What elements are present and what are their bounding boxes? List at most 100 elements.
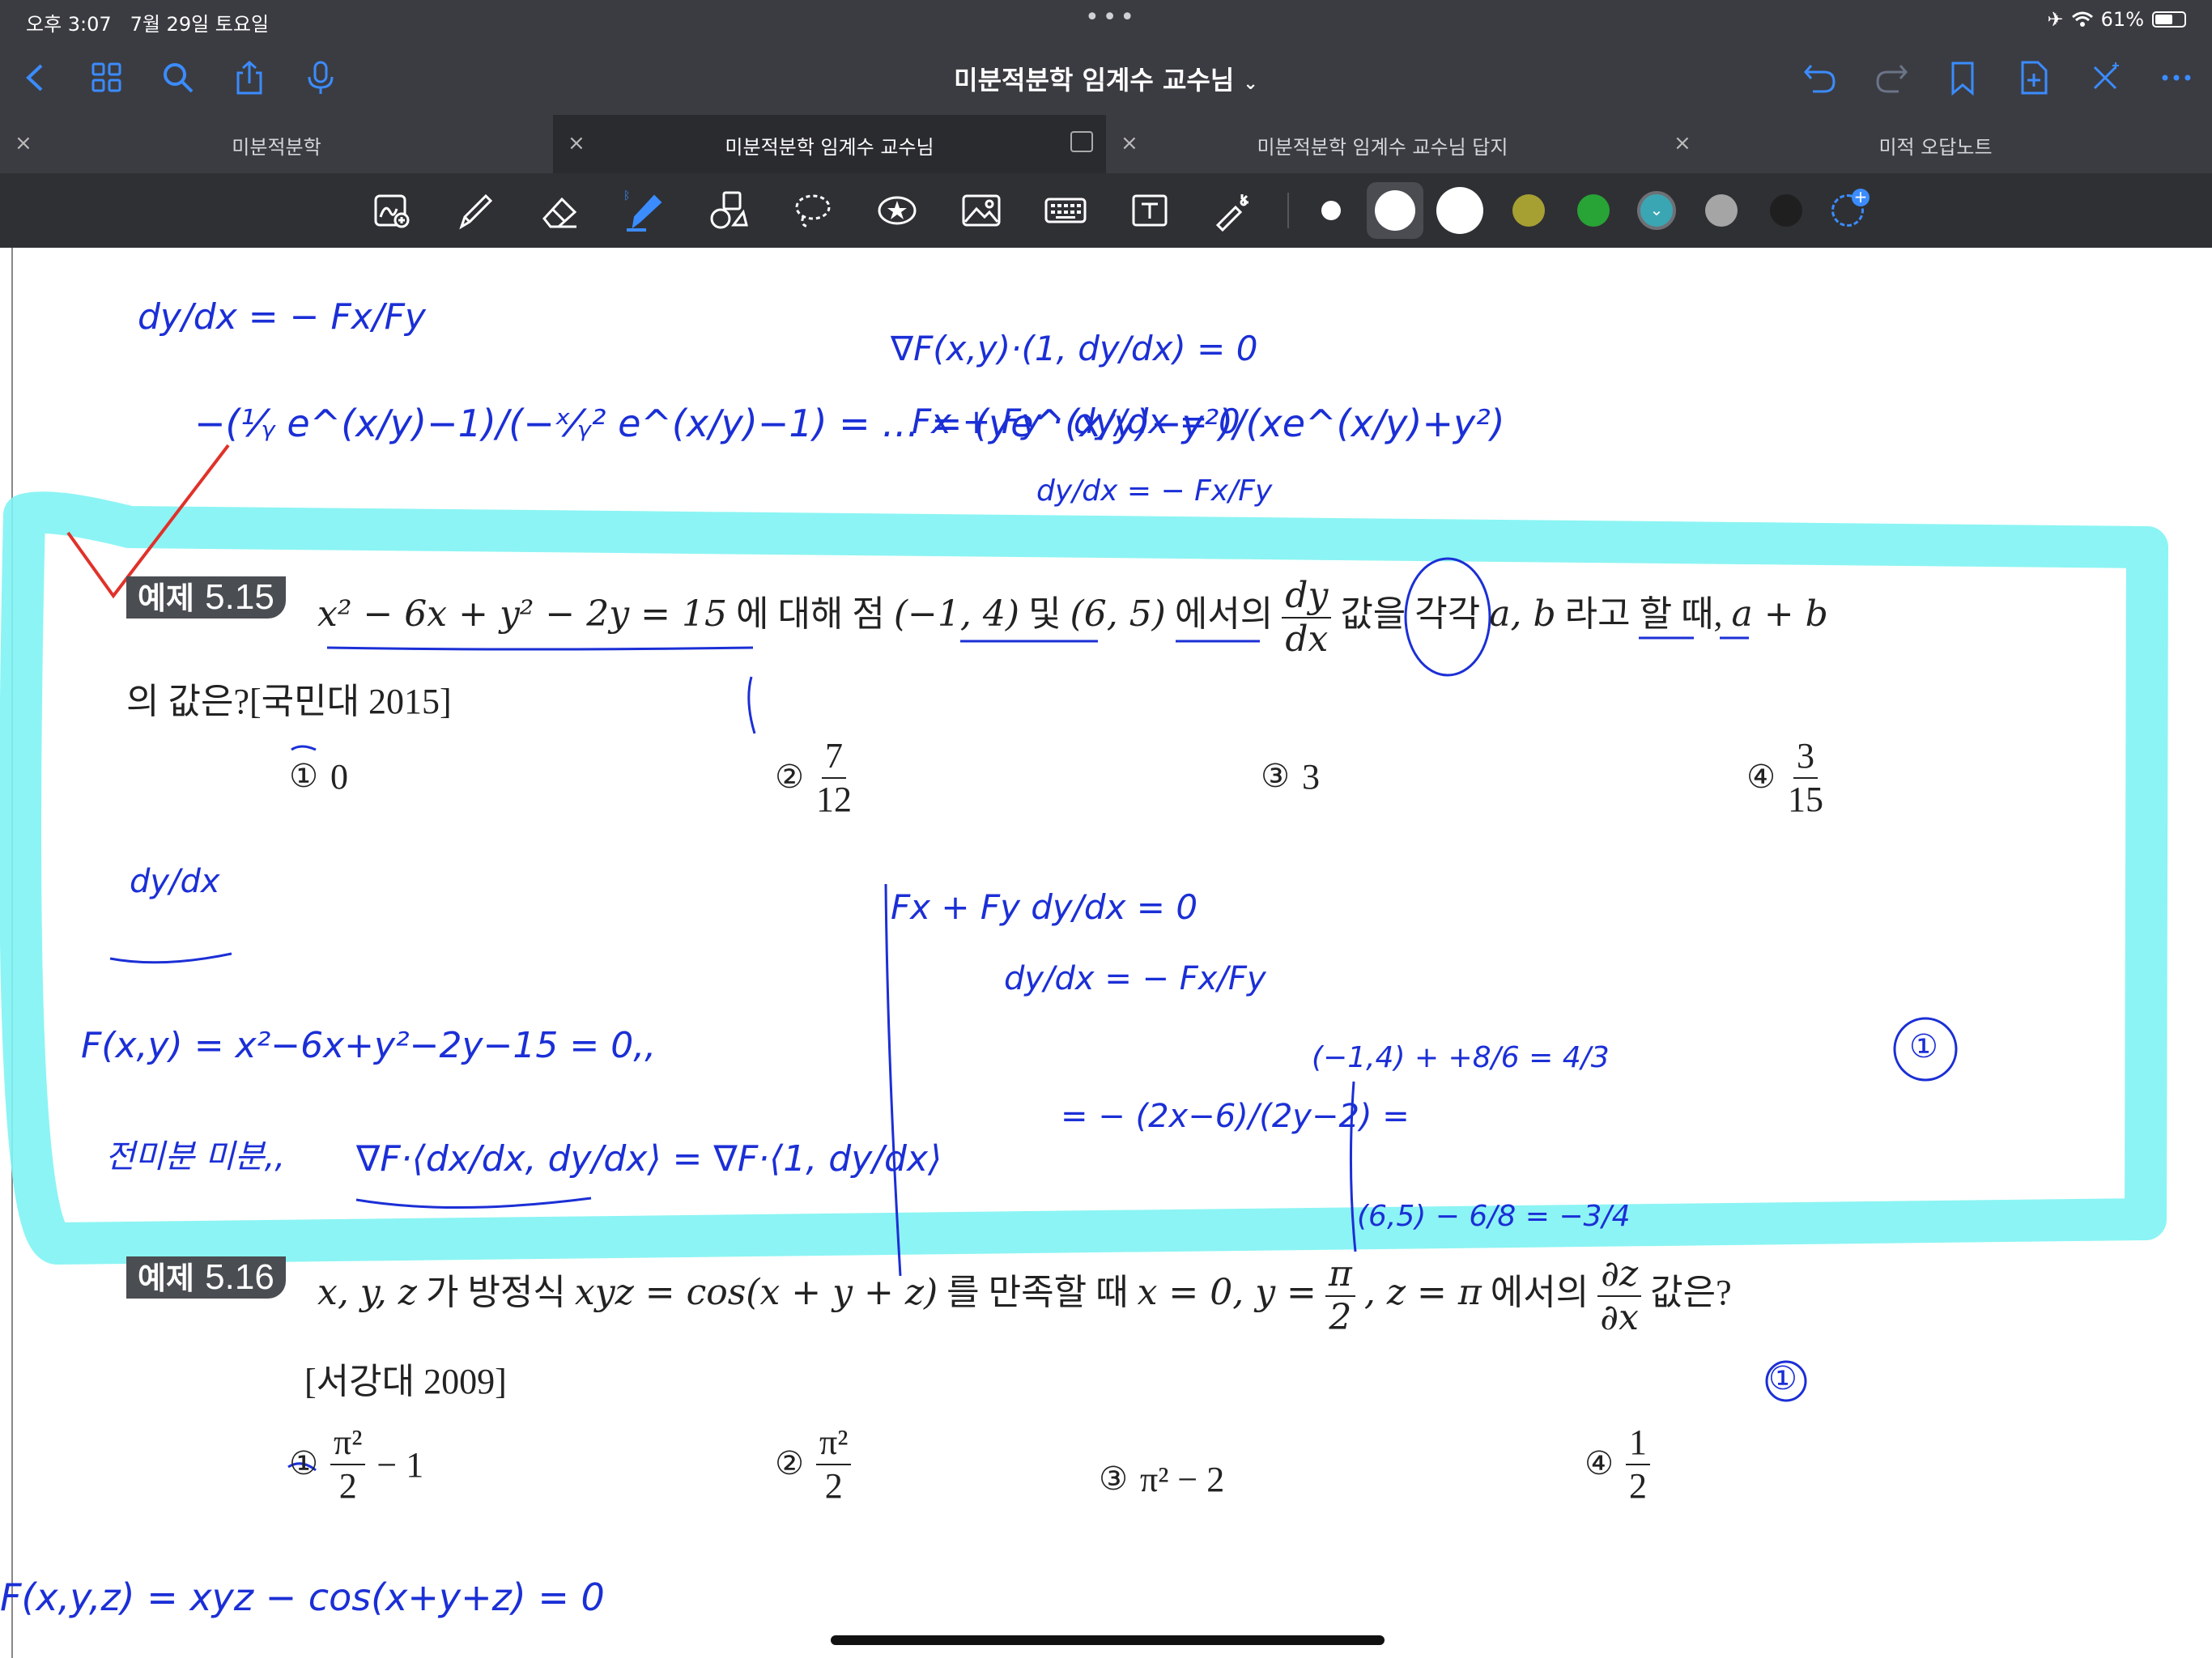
q-text: 및 bbox=[1028, 594, 1061, 635]
highlighter-icon[interactable]: ᛒ bbox=[620, 186, 669, 235]
choice-5-15-4[interactable]: ④ 3 15 bbox=[1746, 738, 1823, 818]
split-view-icon[interactable] bbox=[1070, 131, 1093, 152]
status-right: ✈ 61% bbox=[2048, 8, 2186, 31]
frac-numerator: π² bbox=[330, 1425, 366, 1465]
color-swatch-olive[interactable] bbox=[1512, 194, 1545, 227]
handwriting-total-derivative: 전미분 미분,, bbox=[105, 1138, 286, 1175]
color-swatch-white-medium[interactable] bbox=[1375, 190, 1415, 231]
handwriting-f-xyz: F(x,y,z) = xyz − cos(x+y+z) = 0 bbox=[0, 1575, 605, 1619]
choice-fraction: π² 2 bbox=[816, 1425, 852, 1506]
sticker-icon[interactable] bbox=[873, 186, 921, 235]
frac-numerator: 3 bbox=[1793, 738, 1818, 779]
q-text: 에 대해 점 bbox=[735, 594, 885, 635]
condition-xy: x = 0, y = bbox=[1137, 1272, 1317, 1314]
share-icon[interactable] bbox=[228, 57, 270, 99]
status-date: 7월 29일 토요일 bbox=[130, 13, 270, 36]
add-color-icon[interactable]: + bbox=[1831, 189, 1870, 227]
laser-pointer-icon[interactable] bbox=[1210, 186, 1258, 235]
choice-5-15-3[interactable]: ③3 bbox=[1260, 756, 1320, 797]
shapes-icon[interactable] bbox=[704, 186, 753, 235]
badge-word: 예제 bbox=[138, 580, 194, 616]
choice-value: π² − 2 bbox=[1140, 1460, 1225, 1499]
handwriting-value-a: (−1,4) + +8/6 = 4/3 bbox=[1312, 1041, 1610, 1074]
example-badge-5-16: 예제 5.16 bbox=[126, 1256, 286, 1299]
choice-5-16-1[interactable]: ① π² 2 − 1 bbox=[288, 1425, 423, 1504]
undo-icon[interactable] bbox=[1799, 57, 1841, 99]
circled-number: ③ bbox=[1261, 757, 1290, 794]
condition-z: , z = π bbox=[1363, 1272, 1482, 1314]
color-swatch-white-large[interactable] bbox=[1436, 187, 1483, 234]
pen-icon[interactable] bbox=[452, 186, 500, 235]
q-text: 라고 할 때, bbox=[1564, 594, 1723, 635]
status-bar: 오후 3:07 7월 29일 토요일 ••• ✈ 61% bbox=[0, 0, 2212, 39]
sum-ab: a + b bbox=[1731, 593, 1828, 636]
color-swatch-green[interactable] bbox=[1577, 194, 1610, 227]
document-title[interactable]: 미분적분학 임계수 교수님 ⌄ bbox=[863, 60, 1349, 97]
circled-number: ② bbox=[775, 759, 804, 795]
tab-label: 미분적분학 임계수 교수님 답지 bbox=[1257, 136, 1508, 159]
point-b: (6, 5) bbox=[1070, 593, 1166, 636]
handwriting-gradient-dot: ∇F(x,y)·(1, dy/dx) = 0 bbox=[891, 329, 1258, 368]
choice-5-15-2[interactable]: ② 7 12 bbox=[774, 738, 852, 818]
redo-icon[interactable] bbox=[1870, 57, 1912, 99]
tab-2-active[interactable]: × 미분적분학 임계수 교수님 bbox=[553, 115, 1106, 173]
point-a: (−1, 4) bbox=[893, 593, 1020, 636]
search-icon[interactable] bbox=[157, 57, 199, 99]
status-time: 오후 3:07 bbox=[26, 13, 112, 36]
wifi-icon bbox=[2071, 11, 2093, 27]
home-indicator[interactable] bbox=[831, 1635, 1385, 1645]
frac-denominator: dx bbox=[1285, 619, 1329, 660]
handwriting-substitution: = − (2x−6)/(2y−2) = bbox=[1061, 1098, 1410, 1135]
lasso-icon[interactable] bbox=[789, 186, 837, 235]
frac-numerator: 7 bbox=[822, 738, 846, 779]
status-time-date: 오후 3:07 7월 29일 토요일 bbox=[26, 8, 269, 36]
badge-number: 5.15 bbox=[205, 577, 274, 617]
dydx-fraction: dy dx bbox=[1282, 578, 1332, 660]
keyboard-icon[interactable] bbox=[1041, 186, 1090, 235]
bookmark-icon[interactable] bbox=[1942, 57, 1984, 99]
frac-denominator: 2 bbox=[824, 1466, 843, 1506]
question-5-15-line-2: 의 값은?[국민대 2015] bbox=[126, 682, 452, 721]
battery-fill bbox=[2155, 15, 2172, 24]
add-page-icon[interactable] bbox=[2013, 57, 2055, 99]
choice-5-16-2[interactable]: ② π² 2 bbox=[774, 1425, 852, 1506]
grid-view-icon[interactable] bbox=[86, 57, 128, 99]
frac-numerator: π bbox=[1325, 1256, 1355, 1297]
text-box-icon[interactable] bbox=[1125, 186, 1174, 235]
tab-3[interactable]: × 미분적분학 임계수 교수님 답지 bbox=[1106, 115, 1659, 173]
handwriting-dydx-label: dy/dx bbox=[130, 863, 220, 900]
choice-5-16-3[interactable]: ③ π² − 2 bbox=[1098, 1459, 1224, 1500]
image-icon[interactable] bbox=[957, 186, 1006, 235]
handwriting-value-b: (6,5) − 6/8 = −3/4 bbox=[1357, 1200, 1631, 1233]
circled-number: ① bbox=[289, 757, 318, 794]
more-icon[interactable] bbox=[2155, 57, 2197, 99]
scan-icon[interactable] bbox=[368, 186, 416, 235]
battery-percent: 61% bbox=[2100, 8, 2144, 31]
color-swatch-gray[interactable] bbox=[1705, 194, 1738, 227]
microphone-icon[interactable] bbox=[300, 57, 342, 99]
color-swatch-black[interactable] bbox=[1770, 194, 1802, 227]
note-page[interactable]: dy/dx = − Fx/Fy ∇F(x,y)·(1, dy/dx) = 0 F… bbox=[0, 248, 2212, 1658]
circled-number: ③ bbox=[1099, 1460, 1128, 1497]
circled-number: ④ bbox=[1585, 1445, 1614, 1482]
tab-label: 미분적분학 bbox=[232, 136, 321, 159]
tab-label: 미적 오답노트 bbox=[1878, 136, 1993, 159]
example-badge-5-15: 예제 5.15 bbox=[126, 576, 286, 619]
choice-5-16-4[interactable]: ④12 bbox=[1584, 1425, 1650, 1504]
q-text: 값을 각각 bbox=[1340, 594, 1481, 635]
handwriting-dydx-ratio: dy/dx = − Fx/Fy bbox=[1004, 960, 1266, 997]
eraser-icon[interactable] bbox=[536, 186, 585, 235]
tab-1[interactable]: × 미분적분학 bbox=[0, 115, 553, 173]
multitask-dots-icon[interactable]: ••• bbox=[1085, 3, 1138, 32]
q-text: 값은? bbox=[1650, 1273, 1732, 1313]
back-icon[interactable] bbox=[15, 57, 57, 99]
close-icon[interactable] bbox=[2084, 57, 2126, 99]
tab-4[interactable]: × 미적 오답노트 bbox=[1659, 115, 2212, 173]
choice-value: 3 bbox=[1302, 757, 1320, 797]
color-swatch-white-small[interactable] bbox=[1321, 201, 1341, 220]
q-text: 에서의 bbox=[1174, 594, 1274, 635]
color-swatch-teal-selected[interactable]: ⌄ bbox=[1637, 191, 1676, 230]
toolbar-divider bbox=[1287, 193, 1289, 228]
frac-denominator: 2 bbox=[1329, 1297, 1352, 1338]
choice-5-15-1[interactable]: ①0 bbox=[288, 756, 348, 797]
